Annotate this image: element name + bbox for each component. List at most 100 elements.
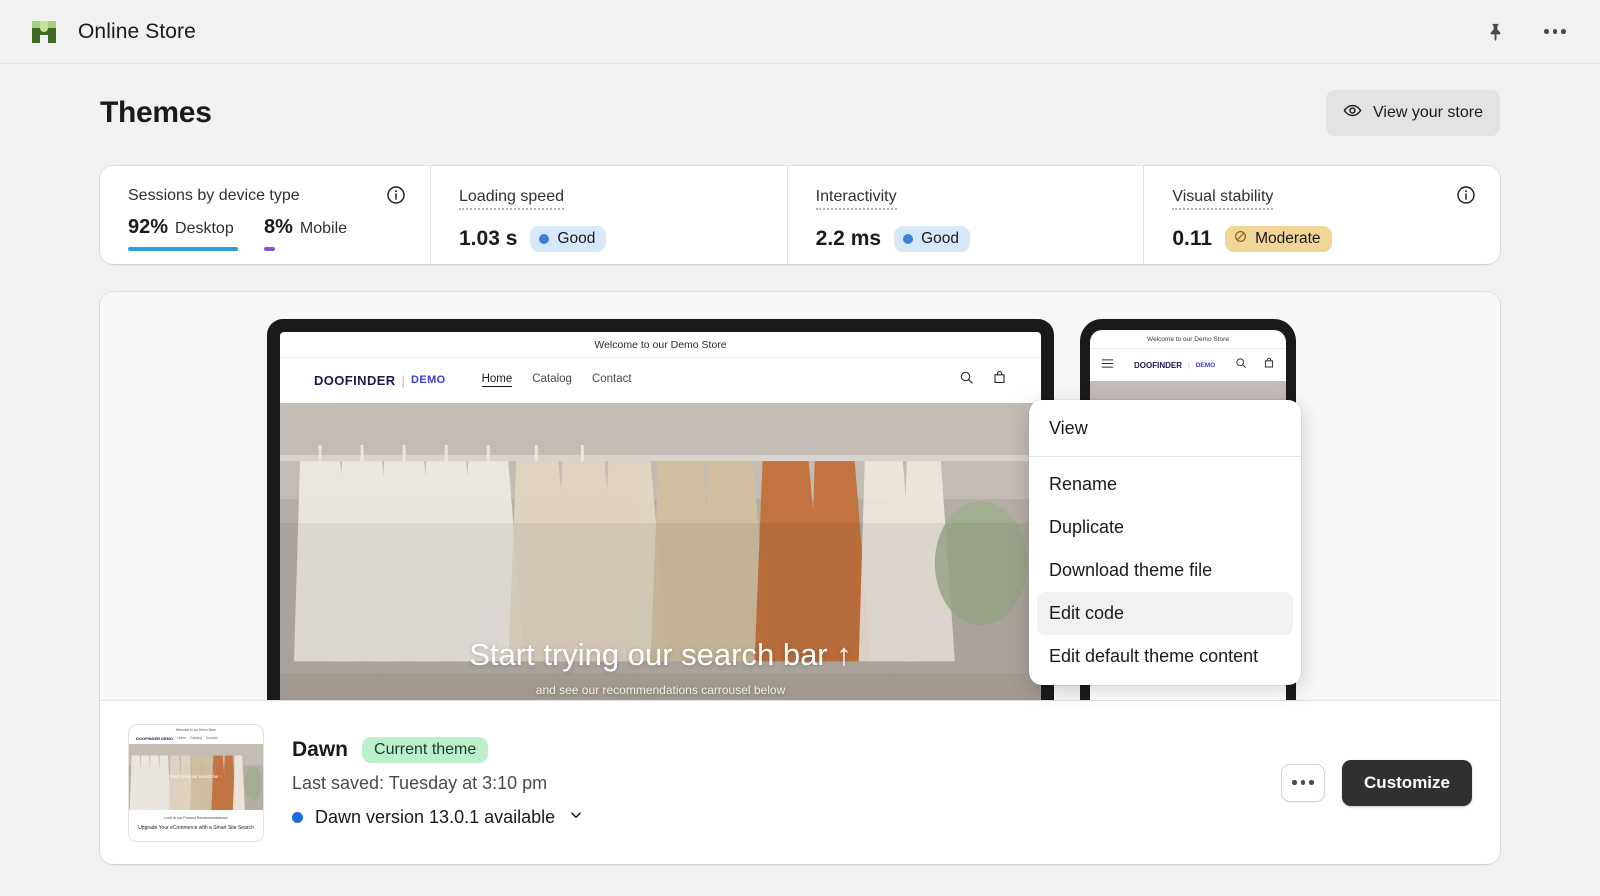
status-badge: Moderate [1225,226,1332,252]
preview-store-logo: DOOFINDER | DEMO [314,373,446,388]
thumbnail-logo: DOOFINDER DEMO [136,735,174,741]
page-content: Themes View your store Sessions by devic… [0,64,1600,864]
logo-demo-text: DEMO [1195,361,1216,369]
page-title: Themes [100,96,212,129]
preview-nav-contact[interactable]: Contact [592,373,632,387]
status-badge: Good [530,226,607,252]
ellipsis-horizontal-icon[interactable] [1538,15,1572,49]
session-device-desktop: 92% Desktop [128,216,238,251]
info-circle-icon[interactable] [386,185,406,210]
preview-nav-catalog[interactable]: Catalog [532,373,572,387]
menu-item-view[interactable]: View [1037,407,1293,450]
thumbnail-caption: Look at our Product Recommendations! [164,815,228,820]
status-badge-label: Moderate [1255,230,1321,247]
preview-nav-links: Home Catalog Contact [481,373,632,387]
thumbnail-nav-home: Home [177,736,187,740]
logo-separator: | [401,372,405,388]
preview-hero: Start trying our search bar ↑ and see ou… [280,403,1041,700]
logo-main-text: DOOFINDER [1134,360,1182,370]
logo-main-text: DOOFINDER [314,372,396,388]
mobile-nav: DOOFINDER | DEMO [1090,349,1286,381]
menu-group-view: View [1029,407,1301,456]
session-device-name: Mobile [299,220,348,237]
brand-name: Online Store [78,19,196,43]
view-your-store-label: View your store [1373,104,1483,121]
metric-value: 0.11 [1172,227,1213,250]
metric-label[interactable]: Interactivity [815,189,897,210]
theme-last-saved: Last saved: Tuesday at 3:10 pm [292,772,548,793]
session-percent: 92% [128,216,169,238]
metric-label[interactable]: Visual stability [1172,189,1274,210]
metric-interactivity: Interactivity 2.2 ms Good [786,166,1144,264]
customize-button[interactable]: Customize [1342,759,1472,806]
thumbnail-hero-text: Start trying our search bar ↑ [170,774,222,779]
metric-value: 1.03 s [459,227,518,250]
update-available-dot-icon [292,811,303,823]
chevron-down-icon[interactable] [567,806,585,829]
dot-icon [539,234,550,244]
ellipsis-horizontal-icon [1292,780,1314,785]
theme-name: Dawn [292,737,349,761]
menu-group-actions: Rename Duplicate Download theme file Edi… [1029,456,1301,678]
logo-demo-text: DEMO [411,374,446,386]
session-percent: 8% [264,216,293,238]
theme-version-update[interactable]: Dawn version 13.0.1 available [292,806,585,829]
metrics-card: Sessions by device type 92% Desktop 8% M… [100,166,1500,264]
shopping-bag-icon[interactable] [992,370,1007,390]
theme-actions-menu: View Rename Duplicate Download theme fil… [1029,400,1301,685]
current-theme-badge: Current theme [362,736,489,763]
menu-item-duplicate[interactable]: Duplicate [1037,506,1293,549]
thumbnail-hero: Start trying our search bar ↑ [129,743,263,810]
storefront-icon [28,16,60,48]
metric-label[interactable]: Loading speed [459,189,564,210]
thumbnail-nav-contact: Contact [205,736,218,740]
theme-name-row: Dawn Current theme [292,736,585,763]
status-badge-label: Good [921,230,959,247]
info-circle-icon[interactable] [1456,185,1476,210]
shopping-bag-icon[interactable] [1263,356,1275,374]
theme-version-label: Dawn version 13.0.1 available [315,806,556,827]
session-device-mobile: 8% Mobile [264,216,347,251]
dot-icon [903,234,914,244]
desktop-preview-frame: Welcome to our Demo Store DOOFINDER | DE… [267,319,1054,700]
preview-announcement-bar: Welcome to our Demo Store [280,332,1041,358]
menu-item-edit-default-theme-content[interactable]: Edit default theme content [1037,635,1293,678]
theme-more-actions-button[interactable] [1281,763,1326,802]
thumbnail-nav-catalog: Catalog [190,736,202,740]
theme-row: Welcome to our Demo Store DOOFINDER DEMO… [100,700,1500,864]
slashed-circle-icon [1234,230,1247,248]
hero-clothing-rack-illustration [280,403,1041,674]
session-device-name: Desktop [175,220,234,237]
pushpin-icon[interactable] [1478,15,1512,49]
menu-item-rename[interactable]: Rename [1037,463,1293,506]
metric-visual-stability: Visual stability 0.11 Moderate [1143,166,1500,264]
sessions-breakdown: 92% Desktop 8% Mobile [128,216,402,251]
logo-separator: | [1188,361,1190,369]
top-bar: Online Store [0,0,1600,64]
search-icon[interactable] [959,370,974,390]
menu-item-download-theme-file[interactable]: Download theme file [1037,549,1293,592]
mobile-announcement-bar: Welcome to our Demo Store [1090,330,1286,349]
brand[interactable]: Online Store [28,16,196,48]
thumbnail-nav: DOOFINDER DEMO Home Catalog Contact [129,734,263,744]
preview-hero-title: Start trying our search bar ↑ [469,637,852,672]
view-your-store-button[interactable]: View your store [1326,90,1500,136]
status-badge-label: Good [557,230,596,247]
metric-value: 2.2 ms [815,227,882,250]
menu-item-edit-code[interactable]: Edit code [1037,592,1293,635]
theme-info: Dawn Current theme Last saved: Tuesday a… [292,736,585,829]
top-bar-actions [1478,15,1572,49]
thumbnail-subtitle: Upgrade Your eCommerce with a Smart Site… [138,824,254,831]
session-bar-mobile [264,247,275,251]
search-icon[interactable] [1235,356,1247,374]
thumbnail-announcement: Welcome to our Demo Store [175,727,217,732]
theme-thumbnail[interactable]: Welcome to our Demo Store DOOFINDER DEMO… [128,723,264,842]
theme-row-actions: Customize [1281,759,1472,806]
eye-icon [1343,101,1362,125]
preview-shop-nav: DOOFINDER | DEMO Home Catalog Contact [280,358,1041,403]
page-header: Themes View your store [100,90,1500,136]
preview-nav-home[interactable]: Home [481,373,513,387]
metric-loading-speed: Loading speed 1.03 s Good [430,166,787,264]
metric-sessions-by-device: Sessions by device type 92% Desktop 8% M… [100,166,430,264]
hamburger-menu-icon[interactable] [1101,356,1114,374]
